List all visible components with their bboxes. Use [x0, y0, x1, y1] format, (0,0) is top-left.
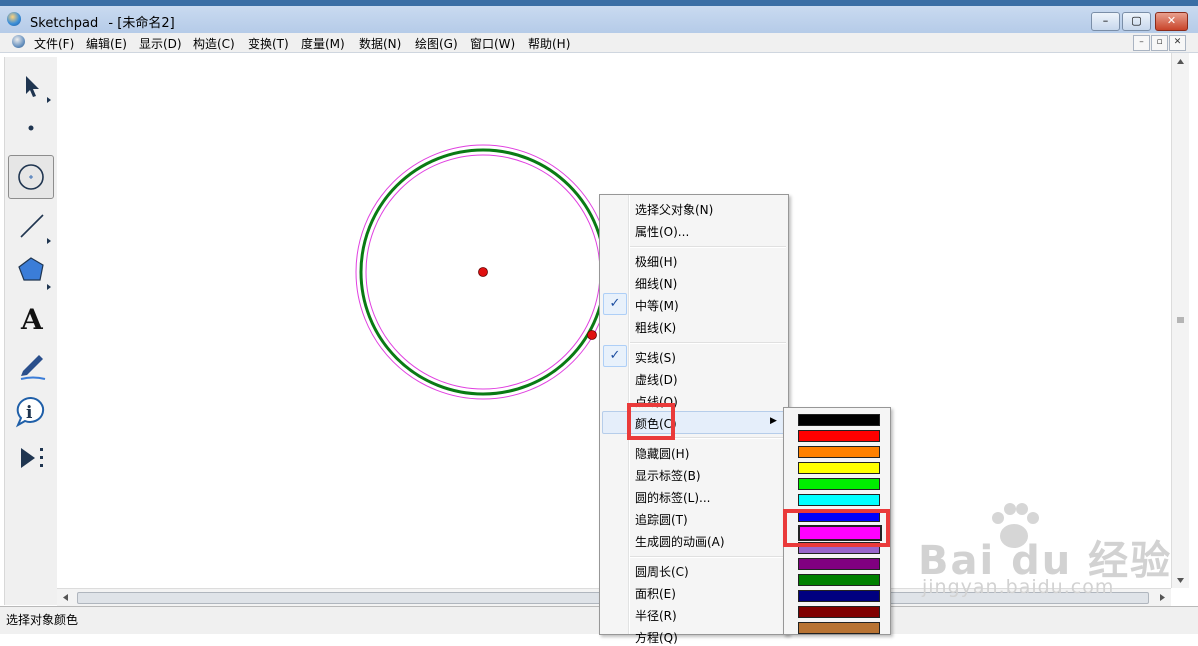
mdi-restore-button[interactable]: ▫ — [1151, 35, 1168, 51]
radius-point[interactable] — [587, 330, 597, 340]
check-icon: ✓ — [603, 345, 627, 367]
menu-item-show-label[interactable]: 显示标签(B) — [635, 467, 701, 484]
menu-separator — [630, 342, 786, 344]
color-swatch-orange[interactable] — [798, 446, 880, 458]
menu-item-dashed[interactable]: 虚线(D) — [635, 371, 678, 388]
menu-item-radius[interactable]: 半径(R) — [635, 607, 677, 624]
close-button[interactable]: ✕ — [1155, 12, 1188, 31]
mdi-minimize-button[interactable]: – — [1133, 35, 1150, 51]
menu-item-line-thin[interactable]: 细线(N) — [635, 275, 677, 292]
text-tool-icon: A — [20, 303, 44, 336]
color-swatch-brown[interactable] — [798, 622, 880, 634]
menu-item-hide-circle[interactable]: 隐藏圆(H) — [635, 445, 689, 462]
custom-tool[interactable] — [9, 437, 53, 479]
menu-item-solid[interactable]: 实线(S) — [635, 349, 676, 366]
color-swatch-maroon[interactable] — [798, 606, 880, 618]
sketchpad-app-icon — [7, 12, 21, 26]
menu-bar: 文件(F) 编辑(E) 显示(D) 构造(C) 变换(T) 度量(M) 数据(N… — [0, 33, 1198, 53]
polygon-tool[interactable] — [9, 250, 53, 292]
color-swatch-purple[interactable] — [798, 558, 880, 570]
marker-tool-icon — [20, 355, 46, 380]
annotation-highlight-color-item — [627, 403, 675, 440]
menu-item-animate-circle[interactable]: 生成圆的动画(A) — [635, 533, 725, 550]
minimize-button[interactable]: – — [1091, 12, 1120, 31]
color-swatch-dark-green[interactable] — [798, 574, 880, 586]
window-title: Sketchpad - [未命名2] — [30, 12, 175, 31]
svg-text:A: A — [20, 303, 44, 336]
app-title: Sketchpad — [30, 16, 99, 31]
toolbox: A i — [4, 57, 58, 605]
menu-transform[interactable]: 变换(T) — [248, 35, 289, 52]
menu-item-properties[interactable]: 属性(O)... — [635, 223, 689, 240]
menu-graph[interactable]: 绘图(G) — [415, 35, 458, 52]
document-menu-icon[interactable] — [12, 35, 25, 48]
color-swatch-yellow[interactable] — [798, 462, 880, 474]
compass-tool[interactable] — [8, 155, 54, 199]
arrow-tool[interactable] — [9, 63, 53, 105]
watermark-url: jingyan.baidu.com — [922, 576, 1115, 598]
menu-measure[interactable]: 度量(M) — [301, 35, 345, 52]
center-point[interactable] — [478, 267, 488, 277]
marker-tool[interactable] — [9, 343, 53, 385]
point-tool-icon — [28, 125, 34, 131]
maximize-button[interactable]: ▢ — [1122, 12, 1151, 31]
text-tool[interactable]: A — [9, 297, 53, 339]
menu-item-area[interactable]: 面积(E) — [635, 585, 676, 602]
menu-file[interactable]: 文件(F) — [34, 35, 74, 52]
menu-edit[interactable]: 编辑(E) — [86, 35, 127, 52]
point-tool[interactable] — [9, 107, 53, 149]
compass-tool-icon — [18, 164, 44, 190]
information-tool-icon: i — [15, 396, 45, 428]
menu-window[interactable]: 窗口(W) — [470, 35, 515, 52]
custom-tool-icon — [21, 448, 43, 468]
document-title: - [未命名2] — [108, 16, 175, 31]
color-swatch-black[interactable] — [798, 414, 880, 426]
menu-item-line-thick[interactable]: 粗线(K) — [635, 319, 676, 336]
vertical-scrollbar[interactable] — [1171, 53, 1189, 588]
title-bar: Sketchpad - [未命名2] – ▢ ✕ — [0, 6, 1198, 34]
vertical-scrollbar-arrows — [1177, 59, 1184, 583]
menu-item-trace-circle[interactable]: 追踪圆(T) — [635, 511, 688, 528]
check-icon: ✓ — [603, 293, 627, 315]
color-swatch-red[interactable] — [798, 430, 880, 442]
menu-data[interactable]: 数据(N) — [359, 35, 401, 52]
mdi-close-button[interactable]: ✕ — [1169, 35, 1186, 51]
menu-separator — [630, 556, 786, 558]
arrow-tool-icon — [26, 76, 51, 103]
straightedge-tool-icon — [20, 214, 51, 244]
menu-item-line-medium[interactable]: 中等(M) — [635, 297, 679, 314]
menu-item-circle-label[interactable]: 圆的标签(L)... — [635, 489, 711, 506]
color-swatch-cyan[interactable] — [798, 494, 880, 506]
menu-item-equation[interactable]: 方程(Q) — [635, 629, 678, 646]
straightedge-tool[interactable] — [9, 204, 53, 246]
menu-help[interactable]: 帮助(H) — [528, 35, 570, 52]
polygon-tool-icon — [18, 257, 51, 290]
color-swatch-navy[interactable] — [798, 590, 880, 602]
menu-separator — [630, 246, 786, 248]
submenu-arrow-icon: ▶ — [770, 416, 777, 426]
menu-item-circumference[interactable]: 圆周长(C) — [635, 563, 689, 580]
menu-construct[interactable]: 构造(C) — [193, 35, 235, 52]
menu-item-line-thinnest[interactable]: 极细(H) — [635, 253, 677, 270]
status-text: 选择对象颜色 — [6, 613, 79, 627]
menu-item-select-parents[interactable]: 选择父对象(N) — [635, 201, 713, 218]
annotation-highlight-magenta-swatch — [783, 509, 890, 547]
svg-text:i: i — [26, 403, 33, 423]
menu-display[interactable]: 显示(D) — [139, 35, 182, 52]
color-swatch-green[interactable] — [798, 478, 880, 490]
information-tool[interactable]: i — [9, 390, 53, 432]
